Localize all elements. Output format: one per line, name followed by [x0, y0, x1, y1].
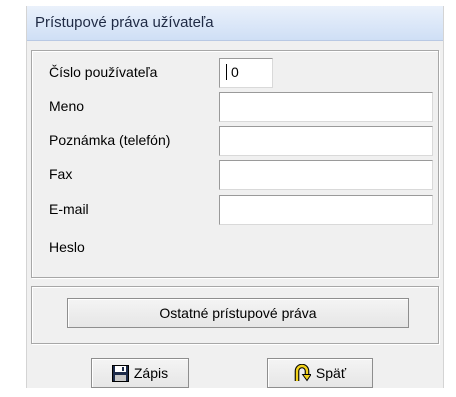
password-label: Heslo	[49, 239, 85, 255]
back-label: Späť	[315, 365, 347, 381]
back-button[interactable]: Späť	[267, 358, 373, 388]
title-bar: Prístupové práva užívateľa	[27, 6, 443, 41]
user-number-label: Číslo používateľa	[49, 64, 158, 80]
other-access-rights-button[interactable]: Ostatné prístupové práva	[67, 298, 409, 328]
email-label: E-mail	[49, 201, 89, 217]
user-number-value: 0	[231, 64, 239, 80]
name-field[interactable]	[219, 92, 433, 122]
other-access-rights-label: Ostatné prístupové práva	[159, 305, 317, 321]
user-access-rights-dialog: Prístupové práva užívateľa Číslo používa…	[26, 6, 444, 388]
name-label: Meno	[49, 98, 85, 114]
text-caret	[226, 64, 227, 80]
note-field[interactable]	[219, 126, 433, 156]
note-label: Poznámka (telefón)	[49, 132, 171, 148]
u-turn-arrow-icon	[294, 363, 312, 391]
window-title: Prístupové práva užívateľa	[35, 14, 214, 31]
email-field[interactable]	[219, 195, 433, 225]
save-button[interactable]: Zápis	[91, 358, 189, 388]
save-label: Zápis	[133, 365, 169, 381]
user-number-field[interactable]: 0	[219, 58, 273, 88]
fax-label: Fax	[49, 166, 73, 182]
floppy-disk-icon	[111, 363, 129, 391]
fax-field[interactable]	[219, 160, 433, 190]
